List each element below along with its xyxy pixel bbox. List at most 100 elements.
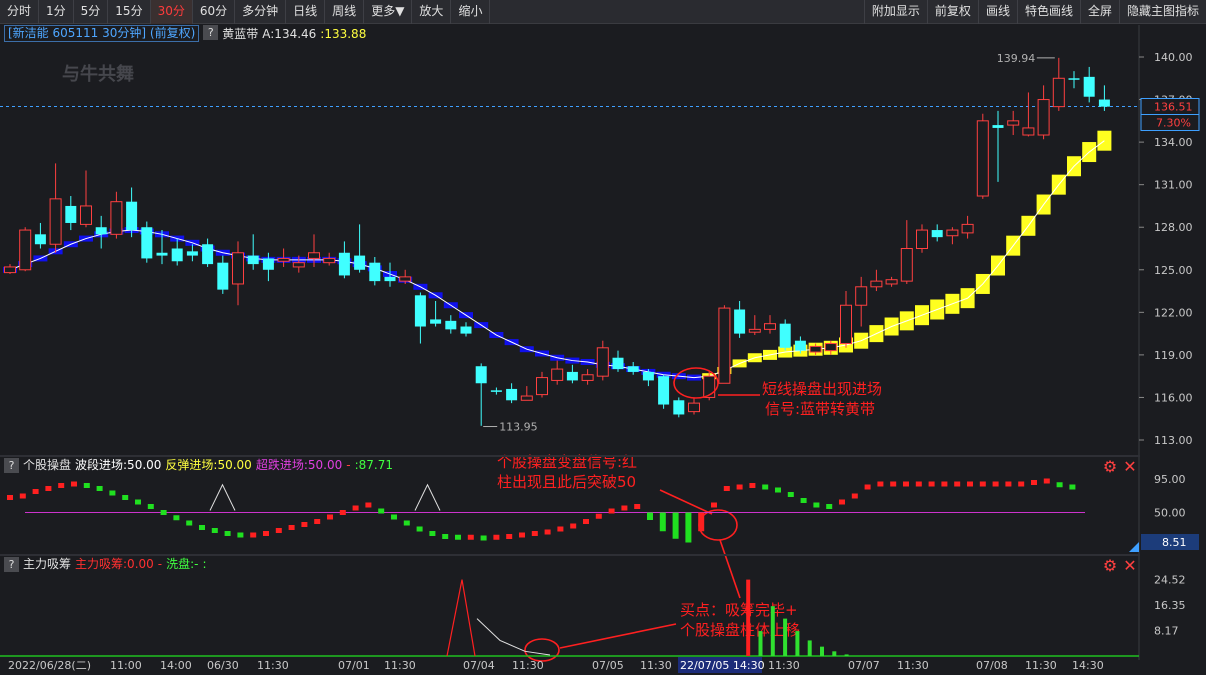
band-segment xyxy=(839,337,853,353)
candle-body xyxy=(506,388,518,401)
operation-bar xyxy=(288,525,295,530)
candle-body xyxy=(748,328,761,333)
candle xyxy=(961,215,974,239)
high-price-label: 139.94 xyxy=(997,52,1036,65)
candle xyxy=(34,222,46,249)
operation-bar xyxy=(58,483,65,488)
period-button-7[interactable]: 日线 xyxy=(286,0,326,24)
band-segment xyxy=(383,271,397,278)
time-tick-label: 11:30 xyxy=(257,659,289,672)
candle xyxy=(1022,92,1035,137)
period-button-9[interactable]: 更多▼ xyxy=(364,0,413,24)
annotation-1-line2: 信号:蓝带转黄带 xyxy=(765,400,875,418)
panel2-label4: - xyxy=(346,458,351,472)
candle-body xyxy=(612,357,624,370)
operation-bar xyxy=(595,513,602,519)
candle xyxy=(885,276,898,287)
band-segment xyxy=(79,235,93,242)
period-button-0[interactable]: 分时 xyxy=(0,0,40,24)
indicator-value-a: A:134.46 xyxy=(262,27,317,41)
watermark-logo: 与牛共舞 xyxy=(62,63,134,85)
tool-button-3[interactable]: 特色画线 xyxy=(1016,0,1080,24)
candle-body xyxy=(900,248,913,282)
period-button-11[interactable]: 缩小 xyxy=(451,0,491,24)
accumulation-bars: 24.52 16.35 8.17 xyxy=(0,574,1186,657)
band-segment xyxy=(778,346,793,358)
signal-circle-main xyxy=(673,367,719,399)
panel2-help-button[interactable]: ? xyxy=(4,457,19,473)
help-button[interactable]: ? xyxy=(203,25,219,40)
panel3-name[interactable]: 主力吸筹 xyxy=(23,556,71,572)
band-segment xyxy=(352,261,367,268)
tool-button-4[interactable]: 全屏 xyxy=(1079,0,1119,24)
stock-operation-bars: 95.00 50.00 8.51 xyxy=(7,473,1199,552)
period-button-1[interactable]: 1分 xyxy=(39,0,74,24)
candle-body xyxy=(460,326,472,334)
candle xyxy=(992,110,1004,182)
panel3-close-icon[interactable]: ✕ xyxy=(1122,558,1138,574)
candle-body xyxy=(110,201,123,235)
panel2-name[interactable]: 个股操盘 xyxy=(23,457,71,473)
operation-bar xyxy=(442,534,449,539)
candle-body xyxy=(885,279,898,285)
candle xyxy=(703,371,716,401)
band-segment xyxy=(215,249,230,256)
candle-body xyxy=(156,252,168,256)
candle-body xyxy=(1007,120,1020,126)
operation-bar xyxy=(186,520,193,526)
candlesticks xyxy=(4,57,1110,426)
panel2-current-box xyxy=(1141,534,1199,550)
top-toolbar: 分时 1分 5分 15分 30分 60分 多分钟 日线 周线 更多▼ 放大 缩小 附加显示 前复权 画线特… xyxy=(0,0,1206,24)
time-tick-label: 11:30 xyxy=(512,659,544,672)
period-button-6[interactable]: 多分钟 xyxy=(235,0,287,24)
period-button-10[interactable]: 放大 xyxy=(412,0,452,24)
candle xyxy=(156,230,168,265)
operation-bar xyxy=(1031,480,1037,485)
candle xyxy=(1052,57,1065,111)
price-marks: 139.94 113.95 xyxy=(483,52,1055,434)
candle xyxy=(399,269,412,284)
tool-button-0[interactable]: 附加显示 xyxy=(863,0,927,24)
operation-bar xyxy=(519,532,525,538)
accumulation-bar xyxy=(820,646,824,656)
operation-bar xyxy=(723,486,730,491)
panel3-help-button[interactable]: ? xyxy=(4,556,19,572)
indicator-name[interactable]: 黄蓝带 xyxy=(222,25,258,43)
time-tick-label: 14:00 xyxy=(160,659,192,672)
candle-body xyxy=(414,295,426,327)
period-button-2[interactable]: 5分 xyxy=(74,0,109,24)
period-button-3[interactable]: 15分 xyxy=(108,0,151,24)
candle xyxy=(976,113,989,199)
price-tick-label: 113.00 xyxy=(1154,434,1193,447)
candle xyxy=(460,322,472,337)
annotation-1-line1: 短线操盘出现进场 xyxy=(762,380,882,398)
stock-title[interactable]: [新洁能 605111 30分钟] (前复权) xyxy=(4,25,200,42)
chart-canvas[interactable]: 与牛共舞 139.94 113.95 短线操盘出现进场信号:蓝带转黄带个股操盘变盘… xyxy=(0,0,1206,675)
operation-bar xyxy=(263,531,269,536)
accumulation-bar xyxy=(770,606,775,656)
band-segment xyxy=(595,361,610,368)
candle xyxy=(292,255,305,273)
candle-body xyxy=(627,366,639,372)
panel3-settings-icon[interactable]: ⚙ xyxy=(1102,558,1118,574)
panel2-settings-icon[interactable]: ⚙ xyxy=(1102,459,1118,475)
period-button-4[interactable]: 30分 xyxy=(150,0,193,24)
operation-bar xyxy=(96,486,103,491)
time-tick-label: 11:30 xyxy=(897,659,929,672)
candle-body xyxy=(354,255,366,270)
tool-button-2[interactable]: 画线 xyxy=(977,0,1017,24)
operation-bar xyxy=(365,502,372,508)
band-centerline xyxy=(9,140,1105,379)
tool-button-5[interactable]: 隐藏主图指标 xyxy=(1118,0,1206,24)
period-button-8[interactable]: 周线 xyxy=(325,0,365,24)
candle xyxy=(65,196,77,231)
panel2-close-icon[interactable]: ✕ xyxy=(1122,459,1138,475)
current-price-box xyxy=(1140,98,1200,116)
panel3-label1: 主力吸筹:0.00 xyxy=(75,557,154,571)
period-button-5[interactable]: 60分 xyxy=(193,0,236,24)
tool-button-1[interactable]: 前复权 xyxy=(926,0,978,24)
operation-bar xyxy=(7,495,13,500)
candle xyxy=(445,315,457,334)
operation-bar xyxy=(544,529,551,535)
time-tick-label: 07/04 xyxy=(463,659,495,672)
